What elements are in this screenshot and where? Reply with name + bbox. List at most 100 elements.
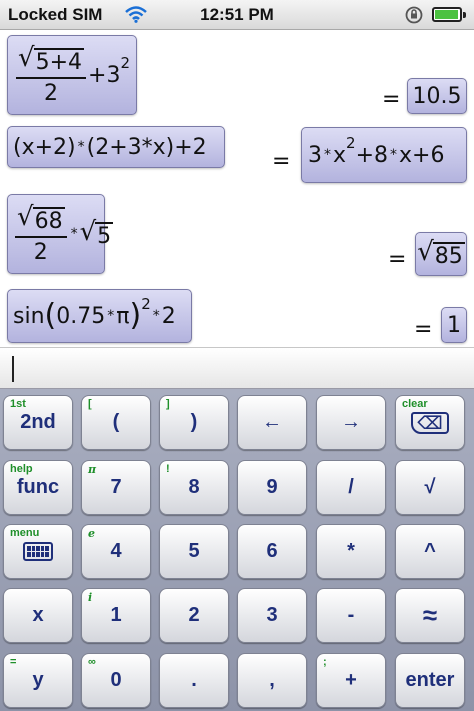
key-alt-label: ]	[166, 398, 170, 410]
key-label: -	[347, 604, 355, 626]
key-label: x	[32, 604, 44, 626]
history-result-2[interactable]: 3 * x 2 +8 * x +6	[301, 127, 467, 183]
expression-tail: +3	[88, 62, 121, 88]
sqrt-key[interactable]: √	[395, 460, 465, 515]
expression-tail: 2	[161, 303, 176, 329]
comma-key[interactable]: ,	[237, 653, 307, 708]
two-key[interactable]: 2	[159, 588, 229, 643]
key-alt-label: 1st	[10, 398, 26, 410]
multiply-key[interactable]: *	[316, 524, 386, 579]
key-alt-label: π	[88, 463, 97, 476]
key-label: ⌫	[411, 411, 449, 434]
sqrt-inner: 68	[32, 206, 65, 234]
decimal-key[interactable]: .	[159, 653, 229, 708]
right-factor: (2+3*x)	[86, 134, 175, 160]
history-expression-1[interactable]: √ 5+4 2 +3 2	[7, 35, 137, 115]
three-key[interactable]: 3	[237, 588, 307, 643]
key-label: (	[112, 411, 120, 433]
zero-key[interactable]: ∞ 0	[81, 653, 151, 708]
left-arrow-key[interactable]: ←	[237, 395, 307, 450]
key-label: *	[347, 540, 355, 562]
func-key[interactable]: help func	[3, 460, 73, 515]
sqrt-inner: 5+4	[33, 47, 85, 75]
key-alt-label: menu	[10, 527, 40, 539]
backspace-key[interactable]: clear ⌫	[395, 395, 465, 450]
rotation-lock-icon	[404, 5, 424, 30]
expression-input[interactable]	[0, 347, 474, 389]
term: +6	[412, 142, 445, 168]
history-result-3[interactable]: √ 85	[415, 232, 467, 276]
key-label: )	[190, 411, 198, 433]
key-label: 9	[266, 476, 278, 498]
menu-keyboard-key[interactable]: menu	[3, 524, 73, 579]
history-result-4[interactable]: 1	[441, 307, 467, 343]
key-label: 0	[110, 669, 122, 691]
enter-key[interactable]: enter	[395, 653, 465, 708]
history-expression-2[interactable]: (x+2) * (2+3*x) +2	[7, 126, 225, 168]
equals-sign: =	[272, 149, 291, 174]
multiply-sign: *	[70, 226, 78, 242]
x-key[interactable]: x	[3, 588, 73, 643]
key-label: ≈	[422, 600, 438, 630]
key-alt-label: [	[88, 398, 92, 410]
keyboard-icon	[23, 542, 53, 561]
key-label: 6	[266, 540, 278, 562]
eight-key[interactable]: ! 8	[159, 460, 229, 515]
multiply-sign: *	[77, 139, 85, 155]
battery-icon	[432, 7, 466, 22]
key-label: /	[348, 476, 354, 498]
five-key[interactable]: 5	[159, 524, 229, 579]
history-result-1[interactable]: 10.5	[407, 78, 467, 114]
var: x	[333, 142, 347, 168]
argument-coef: 0.75	[56, 303, 106, 329]
var: x	[399, 142, 413, 168]
plus-key[interactable]: ; +	[316, 653, 386, 708]
nine-key[interactable]: 9	[237, 460, 307, 515]
key-label: ^	[424, 540, 436, 562]
result-value: 1	[447, 312, 461, 338]
power-key[interactable]: ^	[395, 524, 465, 579]
history-expression-4[interactable]: sin ( 0.75 * π ) 2 * 2	[7, 289, 192, 343]
left-factor: (x+2)	[13, 134, 76, 160]
text-cursor	[12, 356, 14, 382]
key-alt-label: ;	[323, 656, 327, 668]
key-label: .	[191, 669, 197, 691]
denominator: 2	[33, 239, 48, 265]
sqrt-inner-2: 5	[95, 222, 114, 249]
key-label: ,	[269, 669, 275, 691]
exponent: 2	[346, 134, 356, 152]
key-label: 4	[110, 540, 122, 562]
four-key[interactable]: e4	[81, 524, 151, 579]
denominator: 2	[44, 80, 58, 106]
key-alt-label: ∞	[88, 656, 96, 668]
open-paren-key[interactable]: [(	[81, 395, 151, 450]
key-alt-label: clear	[402, 398, 428, 410]
six-key[interactable]: 6	[237, 524, 307, 579]
exponent: 2	[120, 54, 130, 72]
minus-key[interactable]: -	[316, 588, 386, 643]
argument-pi: π	[116, 303, 130, 329]
right-arrow-key[interactable]: →	[316, 395, 386, 450]
coef: 3	[308, 142, 322, 168]
seven-key[interactable]: π7	[81, 460, 151, 515]
y-key[interactable]: = y	[3, 653, 73, 708]
key-alt-label: !	[166, 463, 170, 475]
key-label: →	[341, 411, 361, 433]
equals-sign: =	[414, 317, 433, 342]
key-alt-label: e	[88, 527, 95, 540]
key-label: 1	[110, 604, 122, 626]
function-name: sin	[13, 303, 45, 329]
history-expression-3[interactable]: √ 68 2 * √ 5	[7, 194, 114, 274]
key-label: +	[345, 669, 357, 691]
second-key[interactable]: 1st 2nd	[3, 395, 73, 450]
exponent: 2	[141, 295, 151, 313]
term: +8	[355, 142, 389, 168]
approx-key[interactable]: ≈	[395, 588, 465, 643]
divide-key[interactable]: /	[316, 460, 386, 515]
close-paren-key[interactable]: ])	[159, 395, 229, 450]
one-key[interactable]: i1	[81, 588, 151, 643]
key-label: 8	[188, 476, 200, 498]
key-label: 3	[266, 604, 278, 626]
expression-tail: +2	[174, 134, 207, 160]
key-label: 2	[188, 604, 200, 626]
